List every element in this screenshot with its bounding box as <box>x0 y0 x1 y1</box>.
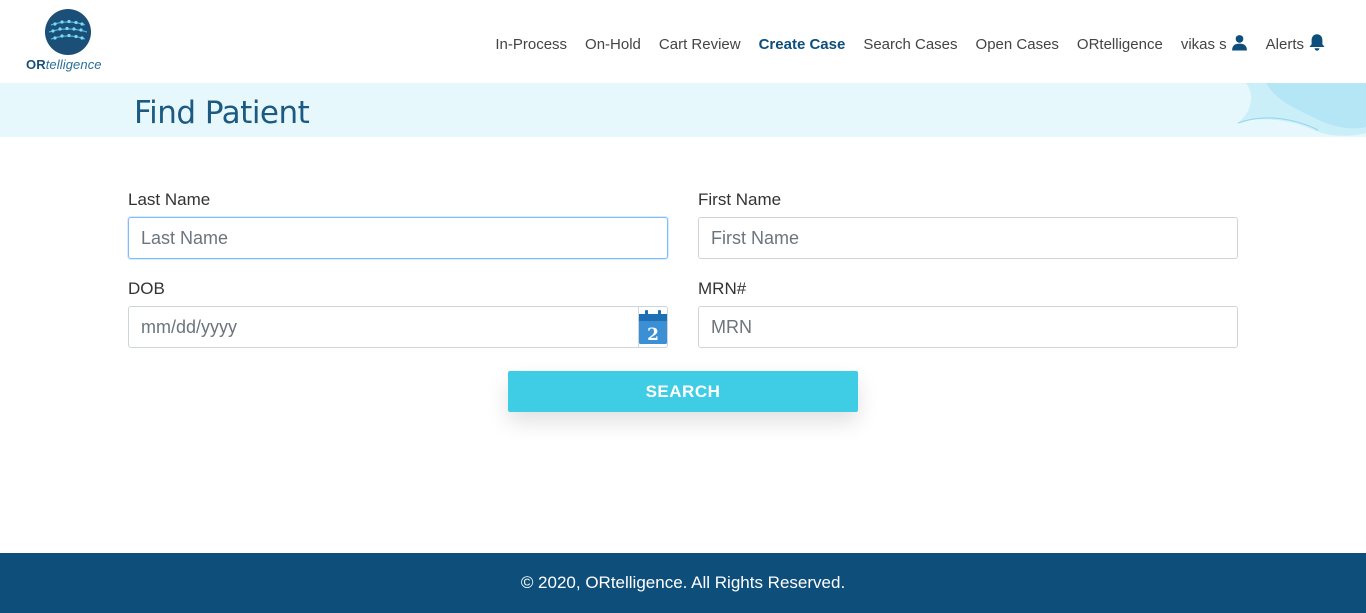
page-footer: © 2020, ORtelligence. All Rights Reserve… <box>0 553 1366 613</box>
ortelligence-logo[interactable]: ORtelligence <box>26 9 112 75</box>
calendar-button[interactable]: 2 <box>638 306 668 348</box>
first-name-group: First Name <box>698 190 1238 259</box>
user-name: vikas s <box>1180 36 1227 53</box>
page-title: Find Patient <box>134 95 310 131</box>
alerts-label: Alerts <box>1265 36 1304 53</box>
nav-open-cases[interactable]: Open Cases <box>976 36 1059 53</box>
mrn-input[interactable] <box>698 306 1238 348</box>
mrn-group: MRN# <box>698 279 1238 348</box>
nav-alerts[interactable]: Alerts <box>1266 33 1326 56</box>
dob-label: DOB <box>128 279 165 298</box>
find-patient-form: Last Name First Name DOB 2 MRN# SEARCH <box>128 185 1238 425</box>
logo-wordmark: ORtelligence <box>26 57 102 72</box>
user-icon <box>1231 34 1248 55</box>
dob-input[interactable] <box>128 306 639 348</box>
mrn-label: MRN# <box>698 279 747 298</box>
bell-icon <box>1308 33 1326 56</box>
first-name-label: First Name <box>698 190 782 209</box>
page-title-band: Find Patient <box>0 83 1366 137</box>
calendar-icon: 2 <box>639 310 667 344</box>
nav-on-hold[interactable]: On-Hold <box>585 36 641 53</box>
dob-input-group: 2 <box>128 306 668 348</box>
main-nav: In-Process On-Hold Cart Review Create Ca… <box>477 33 1326 56</box>
decorative-wave-icon <box>1237 83 1366 136</box>
last-name-group: Last Name <box>128 190 668 259</box>
nav-ortelligence[interactable]: ORtelligence <box>1077 36 1163 53</box>
nav-cart-review[interactable]: Cart Review <box>659 36 741 53</box>
search-button[interactable]: SEARCH <box>508 371 858 412</box>
calendar-day-number: 2 <box>647 325 659 344</box>
last-name-label: Last Name <box>128 190 211 209</box>
nav-create-case[interactable]: Create Case <box>759 36 846 53</box>
top-header: ORtelligence In-Process On-Hold Cart Rev… <box>0 0 1366 83</box>
last-name-input[interactable] <box>128 217 668 259</box>
nav-search-cases[interactable]: Search Cases <box>863 36 957 53</box>
dob-group: DOB 2 <box>128 279 668 348</box>
nav-user-menu[interactable]: vikas s <box>1181 34 1248 55</box>
logo-mark-icon <box>45 9 91 55</box>
copyright-text: © 2020, ORtelligence. All Rights Reserve… <box>520 573 846 592</box>
nav-in-process[interactable]: In-Process <box>495 36 567 53</box>
first-name-input[interactable] <box>698 217 1238 259</box>
